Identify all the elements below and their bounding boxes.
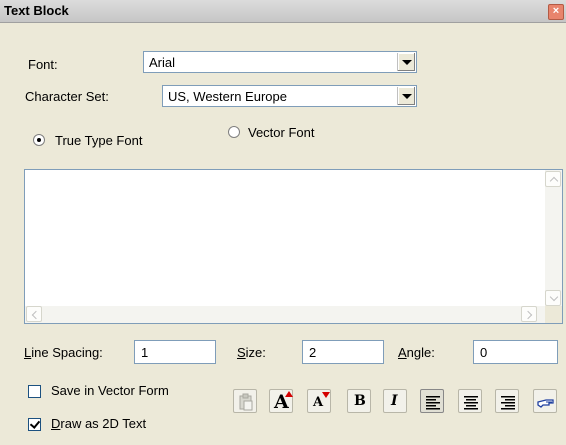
align-center-button[interactable]	[458, 389, 482, 413]
text-input-area[interactable]	[24, 169, 563, 324]
chevron-down-icon[interactable]	[397, 87, 415, 105]
close-button[interactable]: ×	[548, 4, 564, 20]
hand-pointer-icon	[537, 399, 554, 408]
true-type-font-label[interactable]: True Type Font	[55, 133, 142, 148]
draw-2d-text-checkbox[interactable]	[28, 418, 41, 431]
save-vector-form-checkbox[interactable]	[28, 385, 41, 398]
align-left-button[interactable]	[420, 389, 444, 413]
window-title: Text Block	[4, 3, 69, 18]
align-right-button[interactable]	[495, 389, 519, 413]
line-spacing-value: 1	[141, 345, 149, 360]
pick-text-button[interactable]	[533, 389, 557, 413]
italic-button[interactable]: I	[383, 389, 407, 413]
angle-label: Angle:	[398, 345, 435, 360]
line-spacing-label: Line Spacing:	[24, 345, 103, 360]
font-select[interactable]: Arial	[143, 51, 417, 73]
arrow-up-icon	[285, 391, 293, 397]
vertical-scrollbar[interactable]	[545, 170, 562, 307]
scroll-corner	[545, 306, 562, 323]
italic-icon: I	[391, 393, 398, 409]
bold-icon: B	[354, 393, 366, 409]
paste-icon	[239, 393, 253, 411]
font-label: Font:	[28, 57, 58, 72]
vector-font-label[interactable]: Vector Font	[248, 125, 314, 140]
save-vector-form-label[interactable]: Save in Vector Form	[51, 383, 169, 398]
vector-font-radio[interactable]	[228, 126, 240, 138]
scroll-up-icon[interactable]	[545, 171, 561, 187]
title-bar: Text Block ×	[0, 0, 566, 23]
true-type-font-radio[interactable]	[33, 134, 45, 146]
draw-2d-text-label[interactable]: Draw as 2D Text	[51, 416, 146, 431]
paste-button[interactable]	[233, 389, 257, 413]
decrease-font-button[interactable]: A	[307, 389, 331, 413]
arrow-down-icon	[322, 392, 330, 398]
scroll-right-icon[interactable]	[521, 306, 537, 322]
chevron-down-icon[interactable]	[397, 53, 415, 71]
size-label: Size:	[237, 345, 266, 360]
align-center-icon	[464, 396, 478, 410]
charset-select[interactable]: US, Western Europe	[162, 85, 417, 107]
angle-value: 0	[480, 345, 488, 360]
bold-button[interactable]: B	[347, 389, 371, 413]
line-spacing-input[interactable]: 1	[134, 340, 216, 364]
charset-select-value: US, Western Europe	[168, 89, 287, 104]
align-right-icon	[501, 396, 515, 410]
charset-label: Character Set:	[25, 89, 109, 104]
increase-font-button[interactable]: A	[269, 389, 293, 413]
scroll-down-icon[interactable]	[545, 290, 561, 306]
font-select-value: Arial	[149, 55, 176, 70]
align-left-icon	[426, 396, 440, 410]
angle-input[interactable]: 0	[473, 340, 558, 364]
size-value: 2	[309, 345, 317, 360]
size-input[interactable]: 2	[302, 340, 384, 364]
scroll-left-icon[interactable]	[26, 306, 42, 322]
horizontal-scrollbar[interactable]	[25, 306, 545, 323]
close-icon: ×	[552, 5, 560, 17]
